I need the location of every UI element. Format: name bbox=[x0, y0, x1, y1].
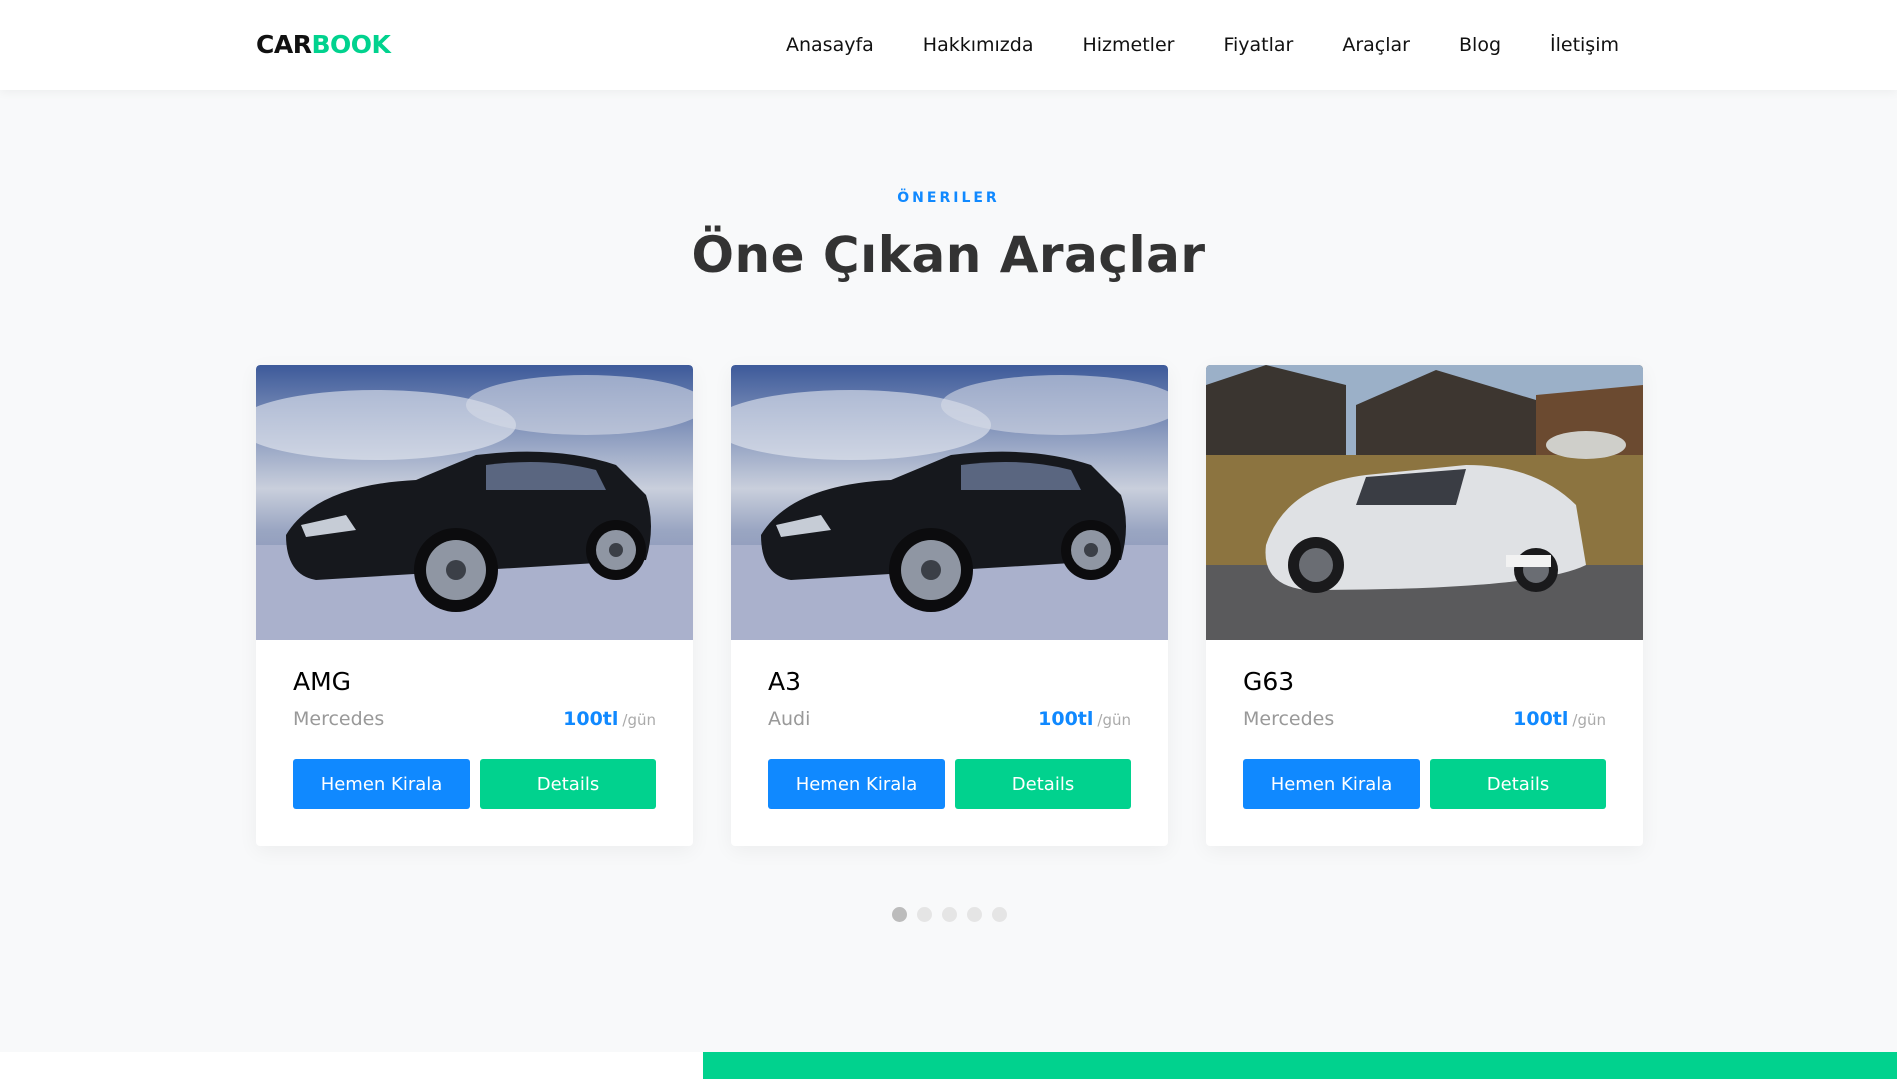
car-name: AMG bbox=[293, 667, 352, 696]
details-button[interactable]: Details bbox=[480, 759, 656, 809]
black-sports-car-photo bbox=[256, 365, 693, 640]
carousel-dot[interactable] bbox=[992, 907, 1007, 922]
black-sports-car-photo bbox=[731, 365, 1168, 640]
section-subheading: ÖNERILER bbox=[897, 190, 1000, 206]
carousel-dot[interactable] bbox=[942, 907, 957, 922]
car-card: A3 Audi 100tl/gün Hemen Kirala Details bbox=[731, 365, 1168, 846]
nav-item-iletisim[interactable]: İletişim bbox=[1550, 30, 1619, 60]
car-image[interactable] bbox=[256, 365, 693, 640]
details-button[interactable]: Details bbox=[1430, 759, 1606, 809]
details-button[interactable]: Details bbox=[955, 759, 1131, 809]
nav-item-fiyatlar[interactable]: Fiyatlar bbox=[1223, 30, 1293, 60]
car-card: G63 Mercedes 100tl/gün Hemen Kirala Deta… bbox=[1206, 365, 1643, 846]
logo-text-book: BOOK bbox=[311, 30, 391, 59]
nav-item-blog[interactable]: Blog bbox=[1459, 30, 1501, 60]
car-brand: Mercedes bbox=[293, 708, 385, 730]
car-price: 100tl/gün bbox=[563, 708, 656, 730]
carousel-dot[interactable] bbox=[967, 907, 982, 922]
nav-item-araclar[interactable]: Araçlar bbox=[1342, 30, 1410, 60]
rent-now-button[interactable]: Hemen Kirala bbox=[293, 759, 470, 809]
carousel-dot[interactable] bbox=[892, 907, 907, 922]
price-unit: /gün bbox=[1097, 711, 1131, 729]
next-section-right bbox=[703, 1052, 1897, 1079]
carousel-dot[interactable] bbox=[917, 907, 932, 922]
main-nav: Anasayfa Hakkımızda Hizmetler Fiyatlar A… bbox=[737, 30, 1619, 60]
rent-now-button[interactable]: Hemen Kirala bbox=[768, 759, 945, 809]
logo[interactable]: CARBOOK bbox=[256, 30, 391, 60]
car-name: A3 bbox=[768, 667, 802, 696]
price-unit: /gün bbox=[622, 711, 656, 729]
car-name: G63 bbox=[1243, 667, 1295, 696]
site-header: CARBOOK Anasayfa Hakkımızda Hizmetler Fi… bbox=[0, 0, 1897, 90]
price-amount: 100tl bbox=[563, 708, 619, 730]
nav-item-anasayfa[interactable]: Anasayfa bbox=[786, 30, 874, 60]
car-brand: Audi bbox=[768, 708, 811, 730]
carousel-dots bbox=[892, 907, 1007, 922]
car-image[interactable] bbox=[731, 365, 1168, 640]
logo-text-car: CAR bbox=[256, 30, 312, 59]
car-image[interactable] bbox=[1206, 365, 1643, 640]
section-heading: Öne Çıkan Araçlar bbox=[691, 226, 1206, 284]
next-section-left bbox=[0, 1052, 703, 1079]
nav-item-hakkimizda[interactable]: Hakkımızda bbox=[923, 30, 1034, 60]
price-amount: 100tl bbox=[1038, 708, 1094, 730]
car-brand: Mercedes bbox=[1243, 708, 1335, 730]
white-supercar-photo bbox=[1206, 365, 1643, 640]
price-amount: 100tl bbox=[1513, 708, 1569, 730]
car-card: AMG Mercedes 100tl/gün Hemen Kirala Deta… bbox=[256, 365, 693, 846]
car-price: 100tl/gün bbox=[1038, 708, 1131, 730]
price-unit: /gün bbox=[1572, 711, 1606, 729]
nav-item-hizmetler[interactable]: Hizmetler bbox=[1082, 30, 1174, 60]
car-price: 100tl/gün bbox=[1513, 708, 1606, 730]
rent-now-button[interactable]: Hemen Kirala bbox=[1243, 759, 1420, 809]
